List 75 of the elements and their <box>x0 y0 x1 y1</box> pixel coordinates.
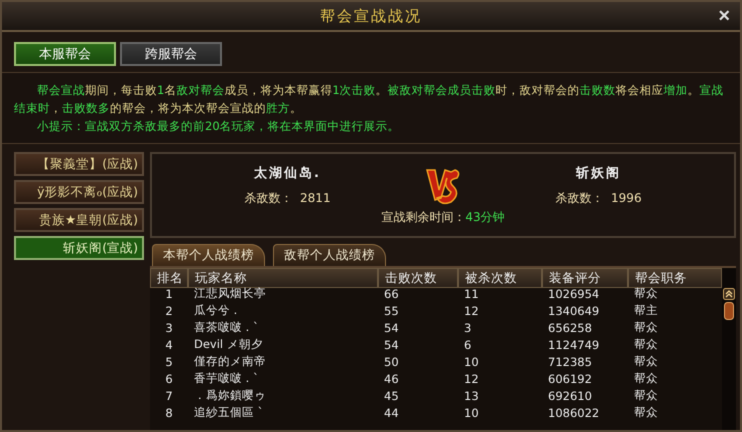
table-cell-text: 10 <box>463 354 480 370</box>
table-cell-text: 追紗五個區 ` <box>193 404 264 421</box>
table-cell-text: Devil メ朝夕 <box>193 336 264 353</box>
table-cell-text: 帮众 <box>633 404 659 421</box>
column-header: 玩家名称 <box>188 268 378 288</box>
scrollbar[interactable] <box>722 268 736 430</box>
table-cell-text: 692610 <box>547 388 593 404</box>
table-cell-text: 12 <box>463 370 480 387</box>
guild-name: 斩妖阁 <box>576 165 621 182</box>
table-cell-text: 帮众 <box>633 387 659 404</box>
table-cell-text: 帮众 <box>633 353 659 370</box>
table-cell-text: 606192 <box>547 370 593 387</box>
column-header: 被杀次数 <box>458 268 542 288</box>
table-cell-text: 1 <box>164 286 174 302</box>
kill-count: 杀敌数： 1996 <box>555 190 642 207</box>
table-cell-text: 1026954 <box>547 286 600 302</box>
table-cell-text: 45 <box>383 388 400 404</box>
guild-item[interactable]: 斩妖阁(宣战) <box>14 236 144 260</box>
ranking-tab[interactable]: 本帮个人战绩榜 <box>152 244 265 266</box>
table-cell-text: 1124749 <box>547 336 600 353</box>
table-cell-text: 僅存的メ南帝 <box>193 353 267 370</box>
table-cell-text: 5 <box>164 354 174 370</box>
table-cell-text: 江悲风烟长亭 <box>193 285 267 302</box>
table-cell-text: 7 <box>164 388 174 404</box>
table-cell-text: 54 <box>383 320 400 336</box>
table-cell-text: 66 <box>383 286 400 302</box>
table-cell-text: 50 <box>383 354 400 370</box>
table-cell-text: 2 <box>164 302 174 319</box>
table-cell-text: 1086022 <box>547 404 600 421</box>
table-cell-text: 4 <box>164 336 174 353</box>
table-cell-text: 11 <box>463 286 480 302</box>
table-cell-text: 帮众 <box>633 336 659 353</box>
column-header: 排名 <box>150 268 188 288</box>
table-cell-text: 44 <box>383 404 400 421</box>
server-tab[interactable]: 跨服帮会 <box>120 42 222 66</box>
guild-item[interactable]: ÿ形影不离ℴ(应战) <box>14 180 144 204</box>
guild-name: 太湖仙岛. <box>254 165 321 182</box>
table-cell-text: 6 <box>463 336 472 353</box>
table-cell-text: 12 <box>463 302 480 319</box>
table-cell-text: 瓜兮兮 . <box>193 302 238 319</box>
window-title: 帮会宣战战况 <box>320 6 422 26</box>
info-text: 帮会宣战期间，每击败1名敌对帮会成员，将为本帮赢得1次击败。被敌对帮会成员击败时，敌对帮会的击败数将会相应增加。宣战结束时，击败数多的帮会，将为本次帮会宣战的胜方。 <box>14 82 725 117</box>
table-cell-text: 1340649 <box>547 302 600 319</box>
scroll-up-icon[interactable] <box>723 288 735 300</box>
table-cell-text: 8 <box>164 404 174 421</box>
guild-item[interactable]: 贵族★皇朝(应战) <box>14 208 144 232</box>
scroll-thumb-icon[interactable] <box>724 302 734 320</box>
table-cell-text: 3 <box>463 320 472 336</box>
table-cell-text: 656258 <box>547 320 593 336</box>
table-cell-text: 帮众 <box>633 370 659 387</box>
ranking-tab[interactable]: 敌帮个人战绩榜 <box>273 244 386 266</box>
table-cell-text: 54 <box>383 336 400 353</box>
time-value: 43分钟 <box>465 210 505 224</box>
close-button[interactable]: × <box>714 5 734 27</box>
info-text: 小提示：宣战双方杀敌最多的前20名玩家，将在本界面中进行展示。 <box>36 118 401 135</box>
table-cell-text: 帮主 <box>633 302 659 319</box>
table-cell-text: 喜茶啵啵 . ` <box>193 319 260 336</box>
table-cell-text: 10 <box>463 404 480 421</box>
table-cell-text: ．爲妳鎖嘤ゥ <box>193 387 267 404</box>
column-header: 帮会职务 <box>628 268 722 288</box>
column-header: 装备评分 <box>542 268 628 288</box>
server-tab[interactable]: 本服帮会 <box>14 42 116 66</box>
table-cell-text: 帮众 <box>633 319 659 336</box>
column-header: 击败次数 <box>378 268 458 288</box>
table-cell-text: 3 <box>164 320 174 336</box>
table-cell-text: 帮众 <box>633 285 659 302</box>
kill-count: 杀敌数： 2811 <box>244 190 331 207</box>
guild-item[interactable]: 【聚義堂】(应战) <box>14 152 144 176</box>
time-label: 宣战剩余时间： <box>381 210 466 224</box>
table-cell-text: 6 <box>164 370 174 387</box>
table-cell-text: 香芋啵啵 . ` <box>193 370 260 387</box>
table-cell-text: 13 <box>463 388 480 404</box>
table-cell-text: 712385 <box>547 354 593 370</box>
table-cell-text: 55 <box>383 302 400 319</box>
table-cell-text: 46 <box>383 370 400 387</box>
